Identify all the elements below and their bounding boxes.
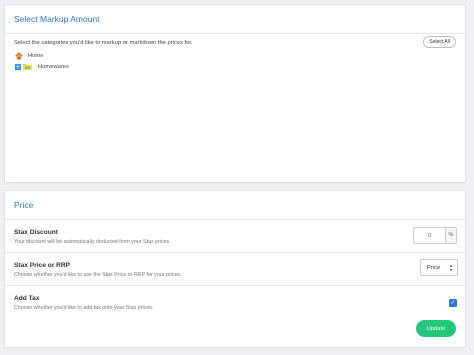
price-source-select[interactable]: Price ▲ ▼: [420, 259, 458, 276]
add-tax-title: Add Tax: [14, 295, 40, 302]
expand-toggle-icon[interactable]: +: [15, 63, 21, 70]
checkmark-icon: ✓: [450, 300, 456, 306]
tree-node-homewares[interactable]: + Homewares: [15, 61, 69, 72]
markup-panel-title: Select Markup Amount: [5, 5, 465, 34]
price-panel: Price Stax Discount Your discount will b…: [4, 190, 466, 348]
folder-icon: [23, 64, 32, 70]
select-all-button[interactable]: Select All: [423, 36, 456, 48]
discount-description: Your discount will be automatically dedu…: [14, 239, 171, 245]
add-tax-description: Choose whether you'd like to add tax ont…: [14, 305, 154, 311]
discount-row: Stax Discount Your discount will be auto…: [5, 220, 465, 253]
add-tax-checkbox[interactable]: ✓: [449, 299, 457, 307]
tree-node-label: Homewares: [38, 63, 69, 70]
discount-title: Stax Discount: [14, 229, 58, 236]
tree-node-label: Home: [28, 52, 44, 59]
update-button[interactable]: Update: [416, 320, 456, 337]
tree-node-home[interactable]: Home: [15, 50, 69, 61]
category-tree: Home + Homewares: [15, 50, 69, 72]
discount-input[interactable]: [413, 227, 445, 244]
markup-panel: Select Markup Amount Select the categori…: [4, 4, 466, 183]
price-source-description: Choose whether you'd like to use the Sta…: [14, 272, 182, 278]
select-arrows-icon: ▲ ▼: [449, 263, 453, 272]
price-panel-title: Price: [5, 191, 465, 220]
discount-input-group: %: [413, 227, 457, 244]
price-source-title: Stax Price or RRP: [14, 262, 71, 269]
percent-addon: %: [445, 227, 457, 244]
add-tax-row: Add Tax Choose whether you'd like to add…: [5, 286, 465, 316]
house-icon: [15, 51, 23, 59]
price-source-row: Stax Price or RRP Choose whether you'd l…: [5, 253, 465, 286]
markup-instructions: Select the categories you'd like to mark…: [14, 40, 193, 46]
price-source-selected: Price: [427, 264, 441, 271]
